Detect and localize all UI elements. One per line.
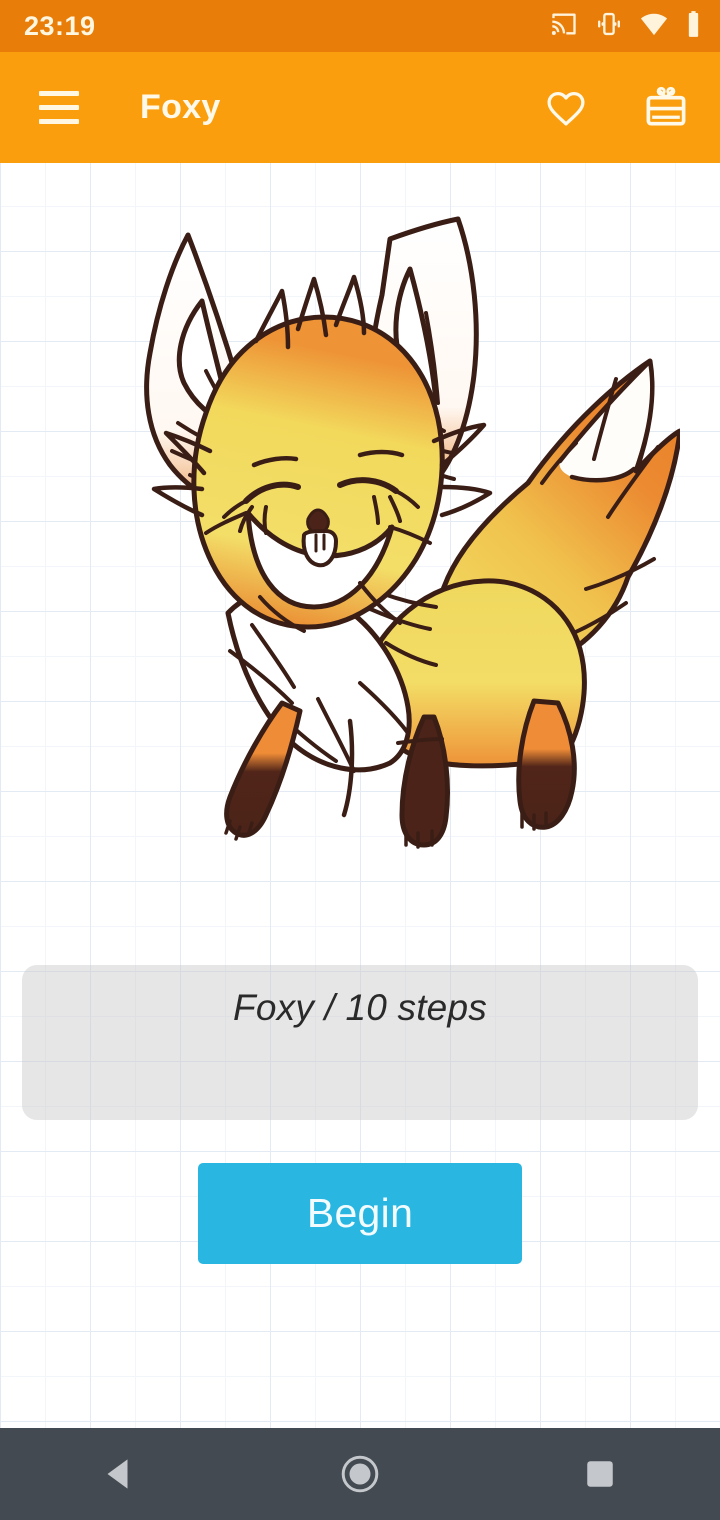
lesson-description-panel: Foxy / 10 steps xyxy=(22,965,698,1120)
content-area: Foxy / 10 steps Begin xyxy=(0,163,720,1428)
wifi-icon xyxy=(640,10,668,43)
nav-home-button[interactable] xyxy=(300,1428,420,1520)
app-bar: Foxy xyxy=(0,52,720,163)
fox-drawing xyxy=(60,183,680,883)
begin-button[interactable]: Begin xyxy=(198,1163,522,1264)
vibrate-icon xyxy=(595,10,623,43)
menu-line-2 xyxy=(39,105,79,110)
android-navigation-bar xyxy=(0,1428,720,1520)
favorite-icon[interactable] xyxy=(534,76,598,140)
status-bar-clock: 23:19 xyxy=(24,10,96,41)
gift-icon[interactable] xyxy=(634,76,698,140)
menu-line-3 xyxy=(39,119,79,124)
back-triangle-icon xyxy=(107,1459,128,1489)
page-title: Foxy xyxy=(140,88,221,126)
nav-recents-button[interactable] xyxy=(540,1428,660,1520)
home-circle-icon xyxy=(341,1455,379,1493)
status-bar-icons xyxy=(550,10,702,43)
menu-line-1 xyxy=(39,91,79,96)
cast-icon xyxy=(550,10,578,43)
app-screen: 23:19 Foxy Foxy / 10 steps Begin xyxy=(0,0,720,1520)
lesson-description-text: Foxy / 10 steps xyxy=(233,987,487,1028)
status-bar: 23:19 xyxy=(0,0,720,52)
hamburger-menu-icon[interactable] xyxy=(26,75,92,141)
battery-icon xyxy=(685,10,702,43)
recents-square-icon xyxy=(587,1461,613,1487)
nav-back-button[interactable] xyxy=(60,1428,180,1520)
